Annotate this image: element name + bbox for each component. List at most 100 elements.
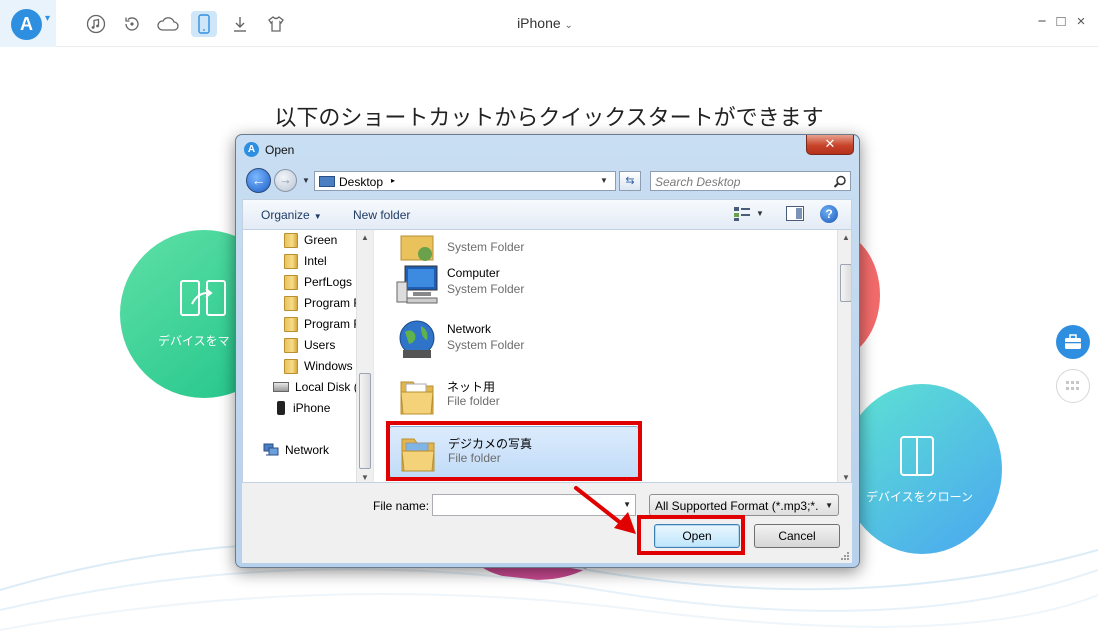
- folder-icon: [284, 253, 298, 269]
- search-icon: [833, 175, 846, 188]
- file-name-input[interactable]: ▼: [432, 494, 636, 516]
- desktop-icon: [319, 176, 335, 187]
- search-box[interactable]: [650, 171, 851, 191]
- file-name: Computer: [447, 266, 500, 280]
- nav-item-local-disk[interactable]: Local Disk (I: [273, 377, 361, 397]
- dialog-title: Open: [265, 143, 295, 157]
- restore-button[interactable]: [119, 11, 145, 37]
- address-dropdown-icon[interactable]: ▼: [600, 176, 608, 185]
- resize-grip-icon[interactable]: [840, 551, 850, 561]
- open-button[interactable]: Open: [654, 524, 740, 548]
- history-dropdown[interactable]: ▼: [302, 176, 310, 185]
- transfer-icon: [180, 280, 226, 316]
- device-selector[interactable]: iPhone ⌄: [480, 15, 610, 31]
- nav-item-windows[interactable]: Windows: [284, 356, 353, 376]
- folder-icon: [284, 316, 298, 332]
- shortcut-label: デバイスをマ: [158, 334, 230, 348]
- device-button[interactable]: [191, 11, 217, 37]
- nav-scrollbar[interactable]: ▲ ▼: [356, 230, 373, 482]
- scroll-up-icon[interactable]: ▲: [842, 233, 850, 242]
- nav-item-label: Green: [304, 233, 338, 247]
- toolkit-button[interactable]: [263, 11, 289, 37]
- file-type: System Folder: [447, 240, 525, 254]
- file-type: System Folder: [447, 338, 525, 352]
- app-logo-button[interactable]: A ▾: [0, 0, 56, 47]
- file-scrollbar[interactable]: ▲ ▼: [837, 230, 851, 482]
- dialog-close-button[interactable]: ✕: [806, 135, 854, 155]
- file-browser: Green Intel PerfLogs Program F Program F…: [242, 229, 852, 483]
- forward-button[interactable]: →: [274, 169, 297, 192]
- file-name-label: File name:: [373, 499, 430, 513]
- arrow-left-icon: ←: [251, 172, 266, 188]
- nav-item-label: Program F: [304, 317, 361, 331]
- shortcut-label: デバイスをクローン: [866, 490, 974, 504]
- cancel-button[interactable]: Cancel: [754, 524, 840, 548]
- scroll-down-icon[interactable]: ▼: [361, 473, 369, 482]
- nav-item-label: iPhone: [293, 401, 331, 415]
- chevron-down-icon[interactable]: ▼: [623, 500, 631, 509]
- nav-item-intel[interactable]: Intel: [284, 251, 327, 271]
- chevron-down-icon: ⌄: [564, 20, 573, 31]
- scroll-thumb[interactable]: [840, 264, 851, 302]
- clone-device-shortcut[interactable]: デバイスをクローン: [842, 384, 1002, 554]
- clone-icon: [900, 436, 934, 476]
- chevron-down-icon: ▾: [45, 13, 51, 24]
- breadcrumb-arrow-icon[interactable]: ▸: [391, 176, 395, 185]
- toolbox-button[interactable]: [1056, 325, 1090, 359]
- nav-item-network[interactable]: Network: [263, 440, 329, 460]
- nav-item-users[interactable]: Users: [284, 335, 335, 355]
- minimize-button[interactable]: −: [1034, 14, 1050, 30]
- close-window-button[interactable]: ×: [1073, 14, 1089, 30]
- refresh-button[interactable]: ⇆: [619, 171, 641, 191]
- network-icon: [263, 443, 279, 456]
- phone-icon: [277, 401, 285, 415]
- arrow-right-icon: →: [279, 172, 292, 187]
- file-type-select[interactable]: All Supported Format (*.mp3;*. ▼: [649, 494, 839, 516]
- nav-item-label: PerfLogs: [304, 275, 353, 289]
- nav-item-program-files-x86[interactable]: Program F: [284, 314, 361, 334]
- globe-icon: [399, 320, 435, 358]
- scroll-down-icon[interactable]: ▼: [842, 473, 850, 482]
- address-bar[interactable]: Desktop ▸ ▼: [314, 171, 616, 191]
- download-button[interactable]: [227, 11, 253, 37]
- nav-item-label: Intel: [304, 254, 327, 268]
- back-button[interactable]: ←: [246, 168, 271, 193]
- view-options-icon[interactable]: [733, 206, 751, 222]
- file-item-computer[interactable]: Computer System Folder: [389, 258, 639, 310]
- chevron-down-icon[interactable]: ▼: [756, 209, 764, 218]
- file-item-net-folder[interactable]: ネット用 File folder: [389, 370, 639, 422]
- file-item-camera-photos[interactable]: デジカメの写真 File folder: [389, 426, 639, 478]
- cloud-button[interactable]: [155, 11, 181, 37]
- cloud-icon: [157, 17, 179, 31]
- command-bar: Organize ▼ New folder ▼ ?: [242, 199, 852, 229]
- maximize-button[interactable]: □: [1053, 14, 1069, 30]
- nav-item-program-files[interactable]: Program F: [284, 293, 361, 313]
- file-name: デジカメの写真: [448, 437, 533, 451]
- nav-item-iphone[interactable]: iPhone: [273, 398, 330, 418]
- file-type-value: All Supported Format (*.mp3;*.: [655, 499, 819, 513]
- scroll-thumb[interactable]: [359, 373, 371, 469]
- navigation-pane: Green Intel PerfLogs Program F Program F…: [243, 230, 374, 482]
- music-button[interactable]: [83, 11, 109, 37]
- folder-icon: [284, 232, 298, 248]
- nav-item-green[interactable]: Green: [284, 230, 337, 250]
- open-file-dialog: A Open ✕ ← → ▼ Desktop ▸ ▼ ⇆ Organize▼ N…: [235, 134, 860, 568]
- file-type: File folder: [447, 394, 500, 408]
- nav-item-perflogs[interactable]: PerfLogs: [284, 272, 352, 292]
- file-type: System Folder: [447, 282, 525, 296]
- organize-menu[interactable]: Organize ▼: [261, 208, 322, 222]
- dialog-footer: File name: ▼ All Supported Format (*.mp3…: [242, 483, 852, 563]
- grid-view-button[interactable]: [1056, 369, 1090, 403]
- file-item-network[interactable]: Network System Folder: [389, 314, 639, 366]
- disk-icon: [273, 382, 289, 392]
- nav-item-label: Windows: [304, 359, 353, 373]
- preview-pane-icon[interactable]: [786, 206, 804, 221]
- page-headline: 以下のショートカットからクイックスタートができます: [274, 105, 824, 130]
- help-icon[interactable]: ?: [820, 205, 838, 223]
- new-folder-button[interactable]: New folder: [353, 208, 410, 222]
- refresh-icon: ⇆: [625, 175, 635, 187]
- shirt-icon: [268, 16, 284, 32]
- search-input[interactable]: [655, 174, 825, 189]
- scroll-up-icon[interactable]: ▲: [361, 233, 369, 242]
- file-name: Network: [447, 322, 492, 336]
